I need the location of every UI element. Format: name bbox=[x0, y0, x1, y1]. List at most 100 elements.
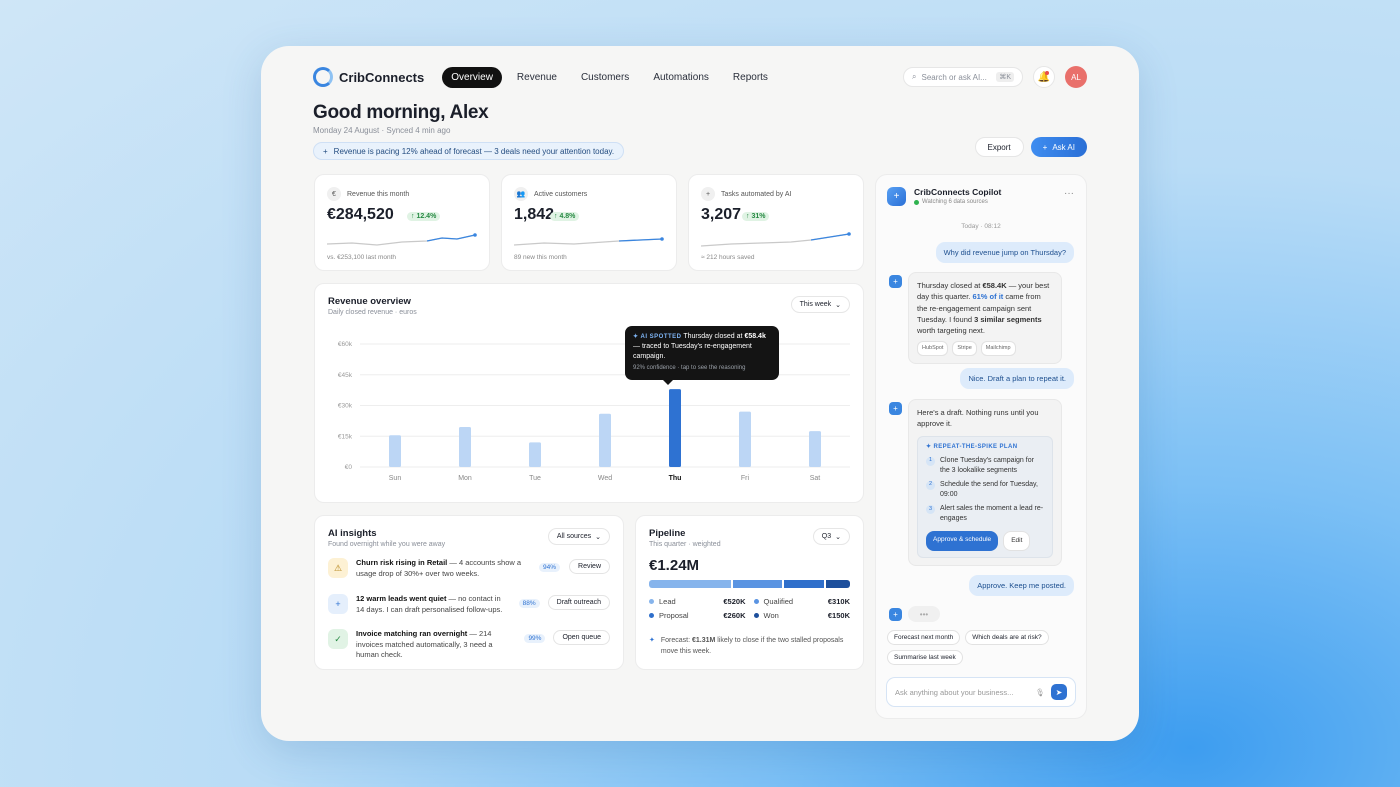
kpi-card-tasks[interactable]: + Tasks automated by AI 3,207 ↑ 31% ≈ 212… bbox=[688, 174, 864, 271]
kpi-foot: vs. €253,100 last month bbox=[327, 254, 397, 261]
review-button[interactable]: Review bbox=[569, 559, 610, 574]
insight-row[interactable]: ✓ Invoice matching ran overnight — 214 i… bbox=[328, 629, 610, 661]
ai-tooltip[interactable]: ✦ AI SPOTTED Thursday closed at €58.4k —… bbox=[625, 326, 779, 385]
msg-text: Here's a draft. Nothing runs until you a… bbox=[917, 408, 1039, 429]
check-icon: ✓ bbox=[328, 629, 348, 649]
ask-ai-button[interactable]: + Ask AI bbox=[1030, 137, 1087, 157]
segment-lead bbox=[649, 580, 731, 588]
sparkle-icon: + bbox=[701, 187, 715, 201]
tab-revenue[interactable]: Revenue bbox=[508, 67, 566, 88]
top-nav: CribConnects Overview Revenue Customers … bbox=[313, 62, 1087, 92]
msg-text: worth targeting next. bbox=[917, 326, 985, 335]
page-subtitle: Monday 24 August · Synced 4 min ago bbox=[313, 126, 451, 135]
sources-dropdown[interactable]: All sources ⌄ bbox=[547, 528, 610, 545]
copilot-avatar-icon: + bbox=[889, 275, 902, 288]
alert-pill[interactable]: + Revenue is pacing 12% ahead of forecast… bbox=[313, 142, 625, 160]
forecast-value: €1.31M bbox=[692, 637, 716, 644]
tooltip-value: €58.4k bbox=[744, 333, 766, 340]
kpi-foot: ≈ 212 hours saved bbox=[701, 254, 755, 261]
mic-icon[interactable]: 🎙 bbox=[1035, 688, 1045, 697]
segment-qualified bbox=[732, 580, 782, 588]
bar-tue[interactable] bbox=[529, 442, 541, 467]
logo-icon bbox=[313, 67, 333, 87]
kpi-foot: 89 new this month bbox=[514, 254, 567, 261]
more-icon[interactable]: ··· bbox=[1064, 188, 1074, 199]
msg-text: Thursday closed at bbox=[917, 281, 983, 290]
search-input[interactable]: ⌕ Search or ask AI... ⌘K bbox=[903, 67, 1023, 87]
insights-card: AI insights Found overnight while you we… bbox=[314, 515, 624, 670]
kpi-card-revenue[interactable]: € Revenue this month €284,520 ↑ 12.4% vs.… bbox=[314, 174, 490, 271]
pipeline-bar bbox=[649, 580, 851, 588]
insight-text: 12 warm leads went quiet — no contact in… bbox=[356, 594, 511, 615]
y-tick-label: €45k bbox=[338, 372, 353, 379]
tooltip-tag: AI SPOTTED bbox=[640, 334, 682, 340]
assistant-message: Thursday closed at €58.4K — your best da… bbox=[908, 272, 1062, 364]
copilot-panel: + CribConnects Copilot Watching 6 data so… bbox=[875, 174, 1087, 719]
kpi-label: Tasks automated by AI bbox=[721, 190, 792, 198]
bar-fri[interactable] bbox=[739, 411, 751, 467]
insight-text: Invoice matching ran overnight — 214 inv… bbox=[356, 629, 516, 661]
source-chip[interactable]: Stripe bbox=[952, 341, 977, 356]
bar-wed[interactable] bbox=[599, 413, 611, 467]
x-tick-label: Sat bbox=[810, 475, 821, 482]
kpi-value: 3,207 bbox=[701, 206, 742, 223]
tab-reports[interactable]: Reports bbox=[724, 67, 777, 88]
nav-tabs: Overview Revenue Customers Automations R… bbox=[442, 66, 777, 88]
copilot-avatar-icon: + bbox=[889, 402, 902, 415]
insight-row[interactable]: + 12 warm leads went quiet — no contact … bbox=[328, 594, 610, 615]
kpi-card-customers[interactable]: 👥 Active customers 1,842 ↑ 4.8% 89 new th… bbox=[501, 174, 677, 271]
confidence-badge: 88% bbox=[518, 599, 540, 608]
sparkline bbox=[701, 232, 851, 247]
suggestion-chip[interactable]: Summarise last week bbox=[887, 650, 963, 665]
suggestion-chip[interactable]: Forecast next month bbox=[887, 630, 961, 645]
bell-icon[interactable]: 🔔 bbox=[1033, 66, 1055, 88]
legend-dot bbox=[649, 599, 654, 604]
copilot-input[interactable]: Ask anything about your business... 🎙 ➤ bbox=[886, 677, 1076, 707]
step-number: 1 bbox=[926, 456, 935, 466]
x-tick-label: Fri bbox=[741, 475, 750, 482]
plan-title: REPEAT-THE-SPIKE PLAN bbox=[933, 443, 1018, 450]
bar-sun[interactable] bbox=[389, 435, 401, 467]
input-placeholder: Ask anything about your business... bbox=[895, 687, 1014, 697]
kpi-delta: ↑ 4.8% bbox=[550, 212, 580, 221]
source-chip[interactable]: HubSpot bbox=[917, 341, 949, 356]
user-message: Nice. Draft a plan to repeat it. bbox=[960, 368, 1074, 389]
chevron-down-icon: ⌄ bbox=[835, 533, 841, 541]
plan-step: Schedule the send for Tuesday, 09:00 bbox=[940, 480, 1038, 498]
bar-thu[interactable] bbox=[669, 389, 681, 467]
search-placeholder: Search or ask AI... bbox=[921, 72, 987, 82]
send-icon[interactable]: ➤ bbox=[1051, 684, 1067, 700]
insight-title: 12 warm leads went quiet bbox=[356, 594, 447, 603]
edit-button[interactable]: Edit bbox=[1003, 531, 1031, 552]
card-title: AI insights bbox=[328, 528, 377, 539]
sparkle-icon: ✦ bbox=[926, 443, 934, 450]
segment-won bbox=[826, 580, 851, 588]
suggestion-chips: Forecast next month Which deals are at r… bbox=[887, 630, 1077, 665]
tab-overview[interactable]: Overview bbox=[442, 66, 502, 88]
legend-dot bbox=[649, 613, 654, 618]
open-queue-button[interactable]: Open queue bbox=[553, 630, 610, 645]
period-dropdown[interactable]: Q3 ⌄ bbox=[812, 528, 850, 545]
kpi-value: 1,842 bbox=[514, 206, 555, 223]
x-tick-label: Thu bbox=[669, 475, 682, 482]
kpi-delta: ↑ 12.4% bbox=[407, 212, 441, 221]
insight-row[interactable]: ⚠ Churn risk rising in Retail — 4 accoun… bbox=[328, 558, 610, 579]
insight-title: Churn risk rising in Retail bbox=[356, 558, 448, 567]
pipeline-legend: Lead €520K Qualified €310K Proposal €260K W… bbox=[649, 597, 850, 620]
stage-value: €520K bbox=[723, 597, 746, 606]
tab-customers[interactable]: Customers bbox=[572, 67, 638, 88]
stage-value: €150K bbox=[827, 611, 850, 620]
alert-text: Revenue is pacing 12% ahead of forecast … bbox=[333, 146, 615, 156]
avatar[interactable]: AL bbox=[1065, 66, 1087, 88]
export-button[interactable]: Export bbox=[974, 137, 1024, 157]
brand[interactable]: CribConnects bbox=[313, 67, 424, 87]
search-icon: ⌕ bbox=[912, 72, 917, 81]
bar-sat[interactable] bbox=[809, 431, 821, 467]
source-chip[interactable]: Mailchimp bbox=[980, 341, 1016, 356]
suggestion-chip[interactable]: Which deals are at risk? bbox=[965, 630, 1049, 645]
bar-mon[interactable] bbox=[459, 427, 471, 467]
approve-button[interactable]: Approve & schedule bbox=[926, 531, 999, 552]
step-number: 3 bbox=[926, 505, 935, 515]
tab-automations[interactable]: Automations bbox=[644, 67, 718, 88]
draft-outreach-button[interactable]: Draft outreach bbox=[547, 595, 610, 610]
